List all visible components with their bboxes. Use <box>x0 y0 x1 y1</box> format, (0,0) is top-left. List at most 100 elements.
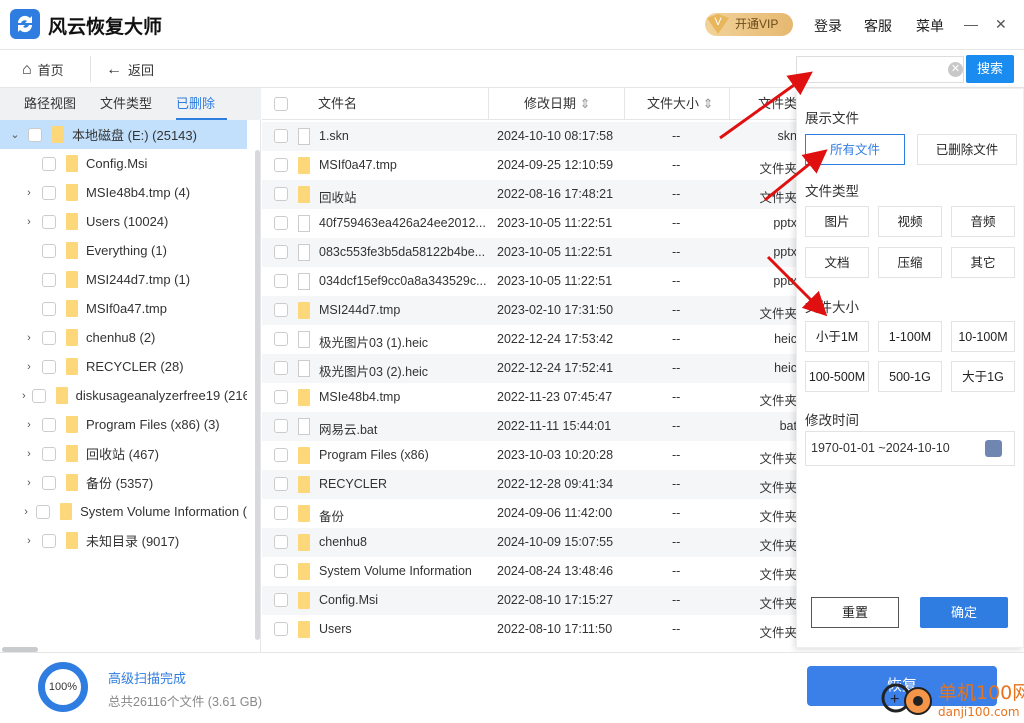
confirm-button[interactable]: 确定 <box>920 597 1008 628</box>
tree-item[interactable]: › MSIe48b4.tmp (4) <box>0 178 247 207</box>
row-checkbox[interactable] <box>274 361 288 375</box>
row-checkbox[interactable] <box>274 303 288 317</box>
row-checkbox[interactable] <box>274 419 288 433</box>
row-checkbox[interactable] <box>274 390 288 404</box>
row-checkbox[interactable] <box>274 622 288 636</box>
tree-item[interactable]: › System Volume Information ( <box>0 497 247 526</box>
column-date[interactable]: 修改日期 ⇕ <box>488 88 624 120</box>
row-checkbox[interactable] <box>274 187 288 201</box>
tree-checkbox[interactable] <box>42 156 56 171</box>
chevron-right-icon[interactable]: › <box>22 332 36 344</box>
tree-item[interactable]: ⌄ 本地磁盘 (E:) (25143) <box>0 120 247 149</box>
chevron-right-icon[interactable]: › <box>22 448 36 460</box>
chevron-right-icon[interactable]: › <box>22 477 36 489</box>
table-row[interactable]: 网易云.bat 2022-11-11 15:44:01 -- bat <box>262 412 796 441</box>
tree-item[interactable]: › RECYCLER (28) <box>0 352 247 381</box>
table-row[interactable]: 极光图片03 (2).heic 2022-12-24 17:52:41 -- heic <box>262 354 796 383</box>
deleted-files-button[interactable]: 已删除文件 <box>917 134 1017 165</box>
row-checkbox[interactable] <box>274 332 288 346</box>
file-size-option[interactable]: 大于1G <box>951 361 1015 392</box>
table-row[interactable]: 极光图片03 (1).heic 2022-12-24 17:53:42 -- heic <box>262 325 796 354</box>
tab-deleted[interactable]: 已删除 <box>164 88 228 120</box>
chevron-right-icon[interactable]: › <box>22 506 30 518</box>
table-row[interactable]: Program Files (x86) 2023-10-03 10:20:28 --… <box>262 441 796 470</box>
chevron-right-icon[interactable]: › <box>22 187 36 199</box>
table-row[interactable]: MSIe48b4.tmp 2022-11-23 07:45:47 -- 文件夹 <box>262 383 796 412</box>
file-type-option[interactable]: 图片 <box>805 206 869 237</box>
search-button[interactable]: 搜索 <box>966 55 1014 83</box>
tree-item[interactable]: › chenhu8 (2) <box>0 323 247 352</box>
row-checkbox[interactable] <box>274 158 288 172</box>
calendar-icon[interactable] <box>985 440 1002 457</box>
column-name[interactable]: 文件名 <box>318 88 357 120</box>
menu-link[interactable]: 菜单 <box>916 16 944 36</box>
back-button[interactable]: ← 返回 <box>106 60 154 79</box>
tab-file-type[interactable]: 文件类型 <box>88 88 164 120</box>
tree-item[interactable]: › Program Files (x86) (3) <box>0 410 247 439</box>
tree-checkbox[interactable] <box>36 504 51 519</box>
table-row[interactable]: MSIf0a47.tmp 2024-09-25 12:10:59 -- 文件夹 <box>262 151 796 180</box>
tree-item[interactable]: MSI244d7.tmp (1) <box>0 265 247 294</box>
tab-path-view[interactable]: 路径视图 <box>0 88 88 120</box>
row-checkbox[interactable] <box>274 245 288 259</box>
tree-checkbox[interactable] <box>31 388 46 403</box>
vip-button[interactable]: V 开通VIP <box>705 13 793 36</box>
login-link[interactable]: 登录 <box>814 16 842 36</box>
tree-checkbox[interactable] <box>42 446 56 461</box>
select-all-checkbox[interactable] <box>274 97 288 111</box>
chevron-right-icon[interactable]: › <box>22 419 36 431</box>
tree-item[interactable]: › 备份 (5357) <box>0 468 247 497</box>
file-size-option[interactable]: 500-1G <box>878 361 942 392</box>
row-checkbox[interactable] <box>274 477 288 491</box>
all-files-button[interactable]: 所有文件 <box>805 134 905 165</box>
tree-checkbox[interactable] <box>42 214 56 229</box>
tree-item[interactable]: MSIf0a47.tmp <box>0 294 247 323</box>
row-checkbox[interactable] <box>274 593 288 607</box>
row-checkbox[interactable] <box>274 506 288 520</box>
table-row[interactable]: MSI244d7.tmp 2023-02-10 17:31:50 -- 文件夹 <box>262 296 796 325</box>
minimize-button[interactable]: — <box>964 16 978 32</box>
file-type-option[interactable]: 视频 <box>878 206 942 237</box>
chevron-right-icon[interactable]: › <box>22 390 26 402</box>
table-row[interactable]: 备份 2024-09-06 11:42:00 -- 文件夹 <box>262 499 796 528</box>
file-size-option[interactable]: 10-100M <box>951 321 1015 352</box>
row-checkbox[interactable] <box>274 274 288 288</box>
tree-checkbox[interactable] <box>42 475 56 490</box>
file-type-option[interactable]: 音频 <box>951 206 1015 237</box>
table-row[interactable]: Config.Msi 2022-08-10 17:15:27 -- 文件夹 <box>262 586 796 615</box>
tree-item[interactable]: Config.Msi <box>0 149 247 178</box>
clear-search-icon[interactable]: ✕ <box>948 62 963 77</box>
table-row[interactable]: 1.skn 2024-10-10 08:17:58 -- skn <box>262 122 796 151</box>
row-checkbox[interactable] <box>274 448 288 462</box>
reset-button[interactable]: 重置 <box>811 597 899 628</box>
table-row[interactable]: 083c553fe3b5da58122b4be... 2023-10-05 11:… <box>262 238 796 267</box>
row-checkbox[interactable] <box>274 216 288 230</box>
table-row[interactable]: RECYCLER 2022-12-28 09:41:34 -- 文件夹 <box>262 470 796 499</box>
file-type-option[interactable]: 压缩 <box>878 247 942 278</box>
table-row[interactable]: System Volume Information 2024-08-24 13:4… <box>262 557 796 586</box>
tree-item[interactable]: › 未知目录 (9017) <box>0 526 247 555</box>
tree-checkbox[interactable] <box>42 185 56 200</box>
date-range-input[interactable]: 1970-01-01 ~2024-10-10 <box>805 431 1015 466</box>
tree-item[interactable]: Everything (1) <box>0 236 247 265</box>
row-checkbox[interactable] <box>274 129 288 143</box>
home-button[interactable]: ⌂ 首页 <box>22 60 64 79</box>
row-checkbox[interactable] <box>274 535 288 549</box>
table-row[interactable]: Users 2022-08-10 17:11:50 -- 文件夹 <box>262 615 796 644</box>
table-row[interactable]: 034dcf15ef9cc0a8a343529c... 2023-10-05 11… <box>262 267 796 296</box>
tree-checkbox[interactable] <box>42 359 56 374</box>
tree-checkbox[interactable] <box>42 533 56 548</box>
table-row[interactable]: 40f759463ea426a24ee2012... 2023-10-05 11:… <box>262 209 796 238</box>
tree-checkbox[interactable] <box>28 127 42 142</box>
close-button[interactable]: ✕ <box>995 16 1007 33</box>
table-row[interactable]: chenhu8 2024-10-09 15:07:55 -- 文件夹 <box>262 528 796 557</box>
column-size[interactable]: 文件大小 ⇕ <box>624 88 730 120</box>
row-checkbox[interactable] <box>274 564 288 578</box>
table-row[interactable]: 回收站 2022-08-16 17:48:21 -- 文件夹 <box>262 180 796 209</box>
tree-checkbox[interactable] <box>42 330 56 345</box>
file-size-option[interactable]: 100-500M <box>805 361 869 392</box>
tree-scrollbar[interactable] <box>255 150 260 640</box>
chevron-down-icon[interactable]: ⌄ <box>8 128 22 141</box>
service-link[interactable]: 客服 <box>864 16 892 36</box>
file-type-option[interactable]: 其它 <box>951 247 1015 278</box>
